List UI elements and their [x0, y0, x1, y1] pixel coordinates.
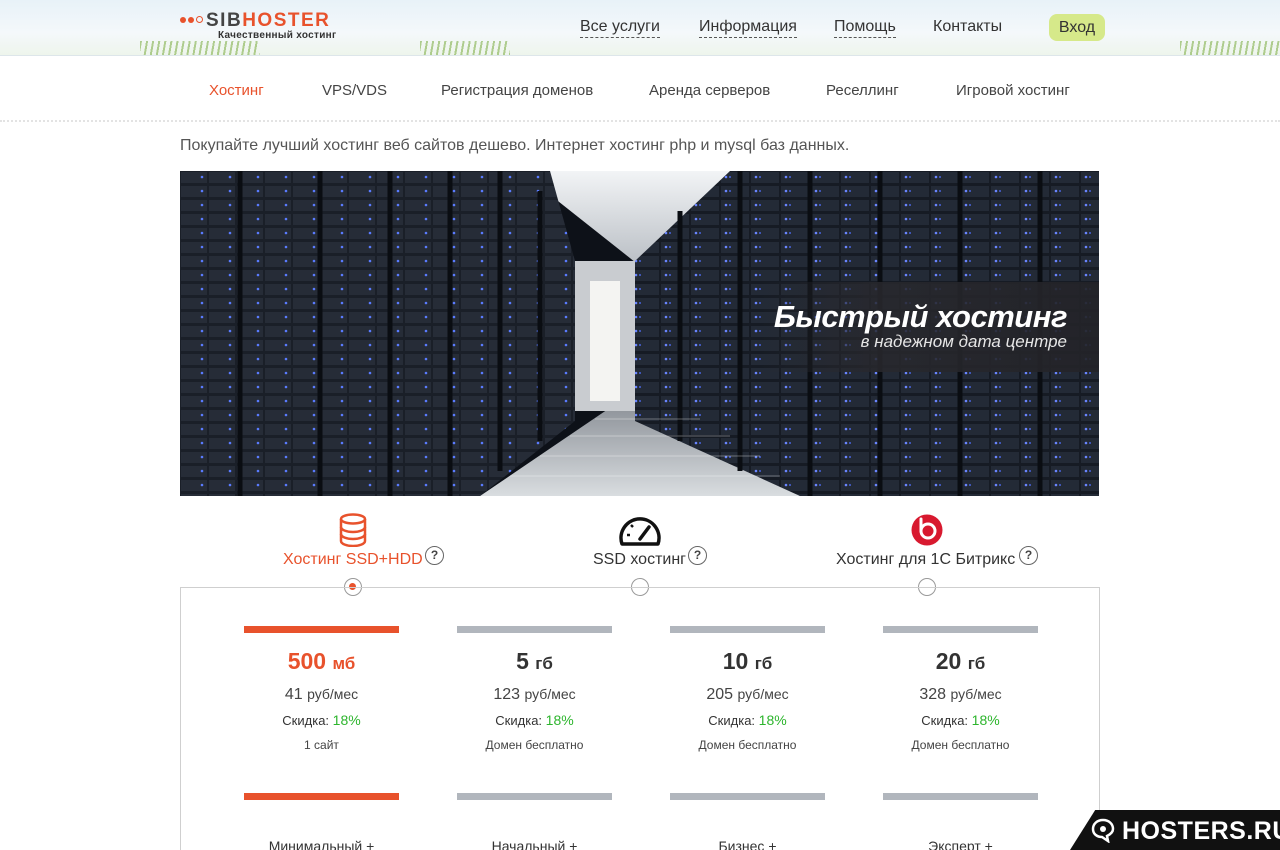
logo-tagline: Качественный хостинг [218, 30, 337, 41]
plan-name[interactable]: Минимальный + [244, 838, 399, 850]
plan-note: Домен бесплатно [485, 738, 584, 752]
database-icon[interactable] [338, 513, 368, 547]
plan-bottom-bar [457, 793, 612, 800]
plan-discount: Скидка: 18% [282, 712, 361, 728]
plan-name[interactable]: Эксперт + [883, 838, 1038, 850]
tab-domains[interactable]: Регистрация доменов [441, 82, 593, 99]
intro-text: Покупайте лучший хостинг веб сайтов деше… [180, 137, 850, 154]
banner-subtitle: в надежном дата центре [860, 332, 1067, 351]
plan-top-bar [670, 626, 825, 633]
tab-reselling[interactable]: Реселлинг [826, 82, 899, 99]
help-icon[interactable]: ? [425, 546, 444, 565]
hosting-type-bitrix-label[interactable]: Хостинг для 1С Битрикс [836, 551, 1015, 569]
plan-note: Домен бесплатно [698, 738, 797, 752]
plan-discount: Скидка: 18% [495, 712, 574, 728]
tab-servers[interactable]: Аренда серверов [649, 82, 770, 99]
login-button[interactable]: Вход [1049, 14, 1105, 41]
plan-size: 20 гб [935, 648, 986, 674]
plan-discount: Скидка: 18% [921, 712, 1000, 728]
speedometer-icon[interactable] [618, 513, 662, 547]
logo-wordmark: SIBHOSTER [206, 10, 331, 31]
nav-contacts[interactable]: Контакты [933, 17, 1002, 37]
nav-all-services[interactable]: Все услуги [580, 17, 660, 38]
logo-dots-icon [180, 16, 203, 23]
grass-decoration [140, 41, 260, 55]
tab-vps[interactable]: VPS/VDS [322, 82, 387, 99]
plan-name[interactable]: Бизнес + [670, 838, 825, 850]
plan-size: 5 гб [516, 648, 553, 674]
hosting-type-ssd-label[interactable]: SSD хостинг [593, 551, 686, 569]
grass-decoration [420, 41, 510, 55]
plan-note: Домен бесплатно [911, 738, 1010, 752]
hosting-type-ssd-hdd-label[interactable]: Хостинг SSD+HDD [283, 551, 423, 569]
plan-bottom-bar [883, 793, 1038, 800]
plan-top-bar [457, 626, 612, 633]
plan-top-bar [244, 626, 399, 633]
help-icon[interactable]: ? [1019, 546, 1038, 565]
bitrix-icon[interactable] [911, 514, 943, 546]
help-icon[interactable]: ? [688, 546, 707, 565]
nav-help[interactable]: Помощь [834, 17, 896, 38]
plan-size: 500 мб [287, 648, 356, 674]
watermark-text: HOSTERS.RU [1122, 817, 1280, 845]
plan-price: 123 руб/мес [493, 686, 576, 703]
grass-decoration [1180, 41, 1280, 55]
service-tabs: Хостинг VPS/VDS Регистрация доменов Арен… [0, 56, 1280, 122]
plan-price: 328 руб/мес [919, 686, 1002, 703]
tab-game-hosting[interactable]: Игровой хостинг [956, 82, 1070, 99]
chat-bubble-icon [1091, 818, 1115, 843]
plan-note: 1 сайт [304, 738, 339, 752]
plan-price: 41 руб/мес [284, 686, 359, 703]
plan-size: 10 гб [722, 648, 773, 674]
plan-discount: Скидка: 18% [708, 712, 787, 728]
hero-banner: Быстрый хостинг в надежном дата центре [180, 171, 1099, 496]
plan-price: 205 руб/мес [706, 686, 789, 703]
plan-name[interactable]: Начальный + [457, 838, 612, 850]
nav-information[interactable]: Информация [699, 17, 797, 38]
plan-bottom-bar [244, 793, 399, 800]
plan-bottom-bar [670, 793, 825, 800]
plan-top-bar [883, 626, 1038, 633]
tab-hosting[interactable]: Хостинг [209, 82, 264, 99]
banner-title: Быстрый хостинг [773, 299, 1068, 334]
